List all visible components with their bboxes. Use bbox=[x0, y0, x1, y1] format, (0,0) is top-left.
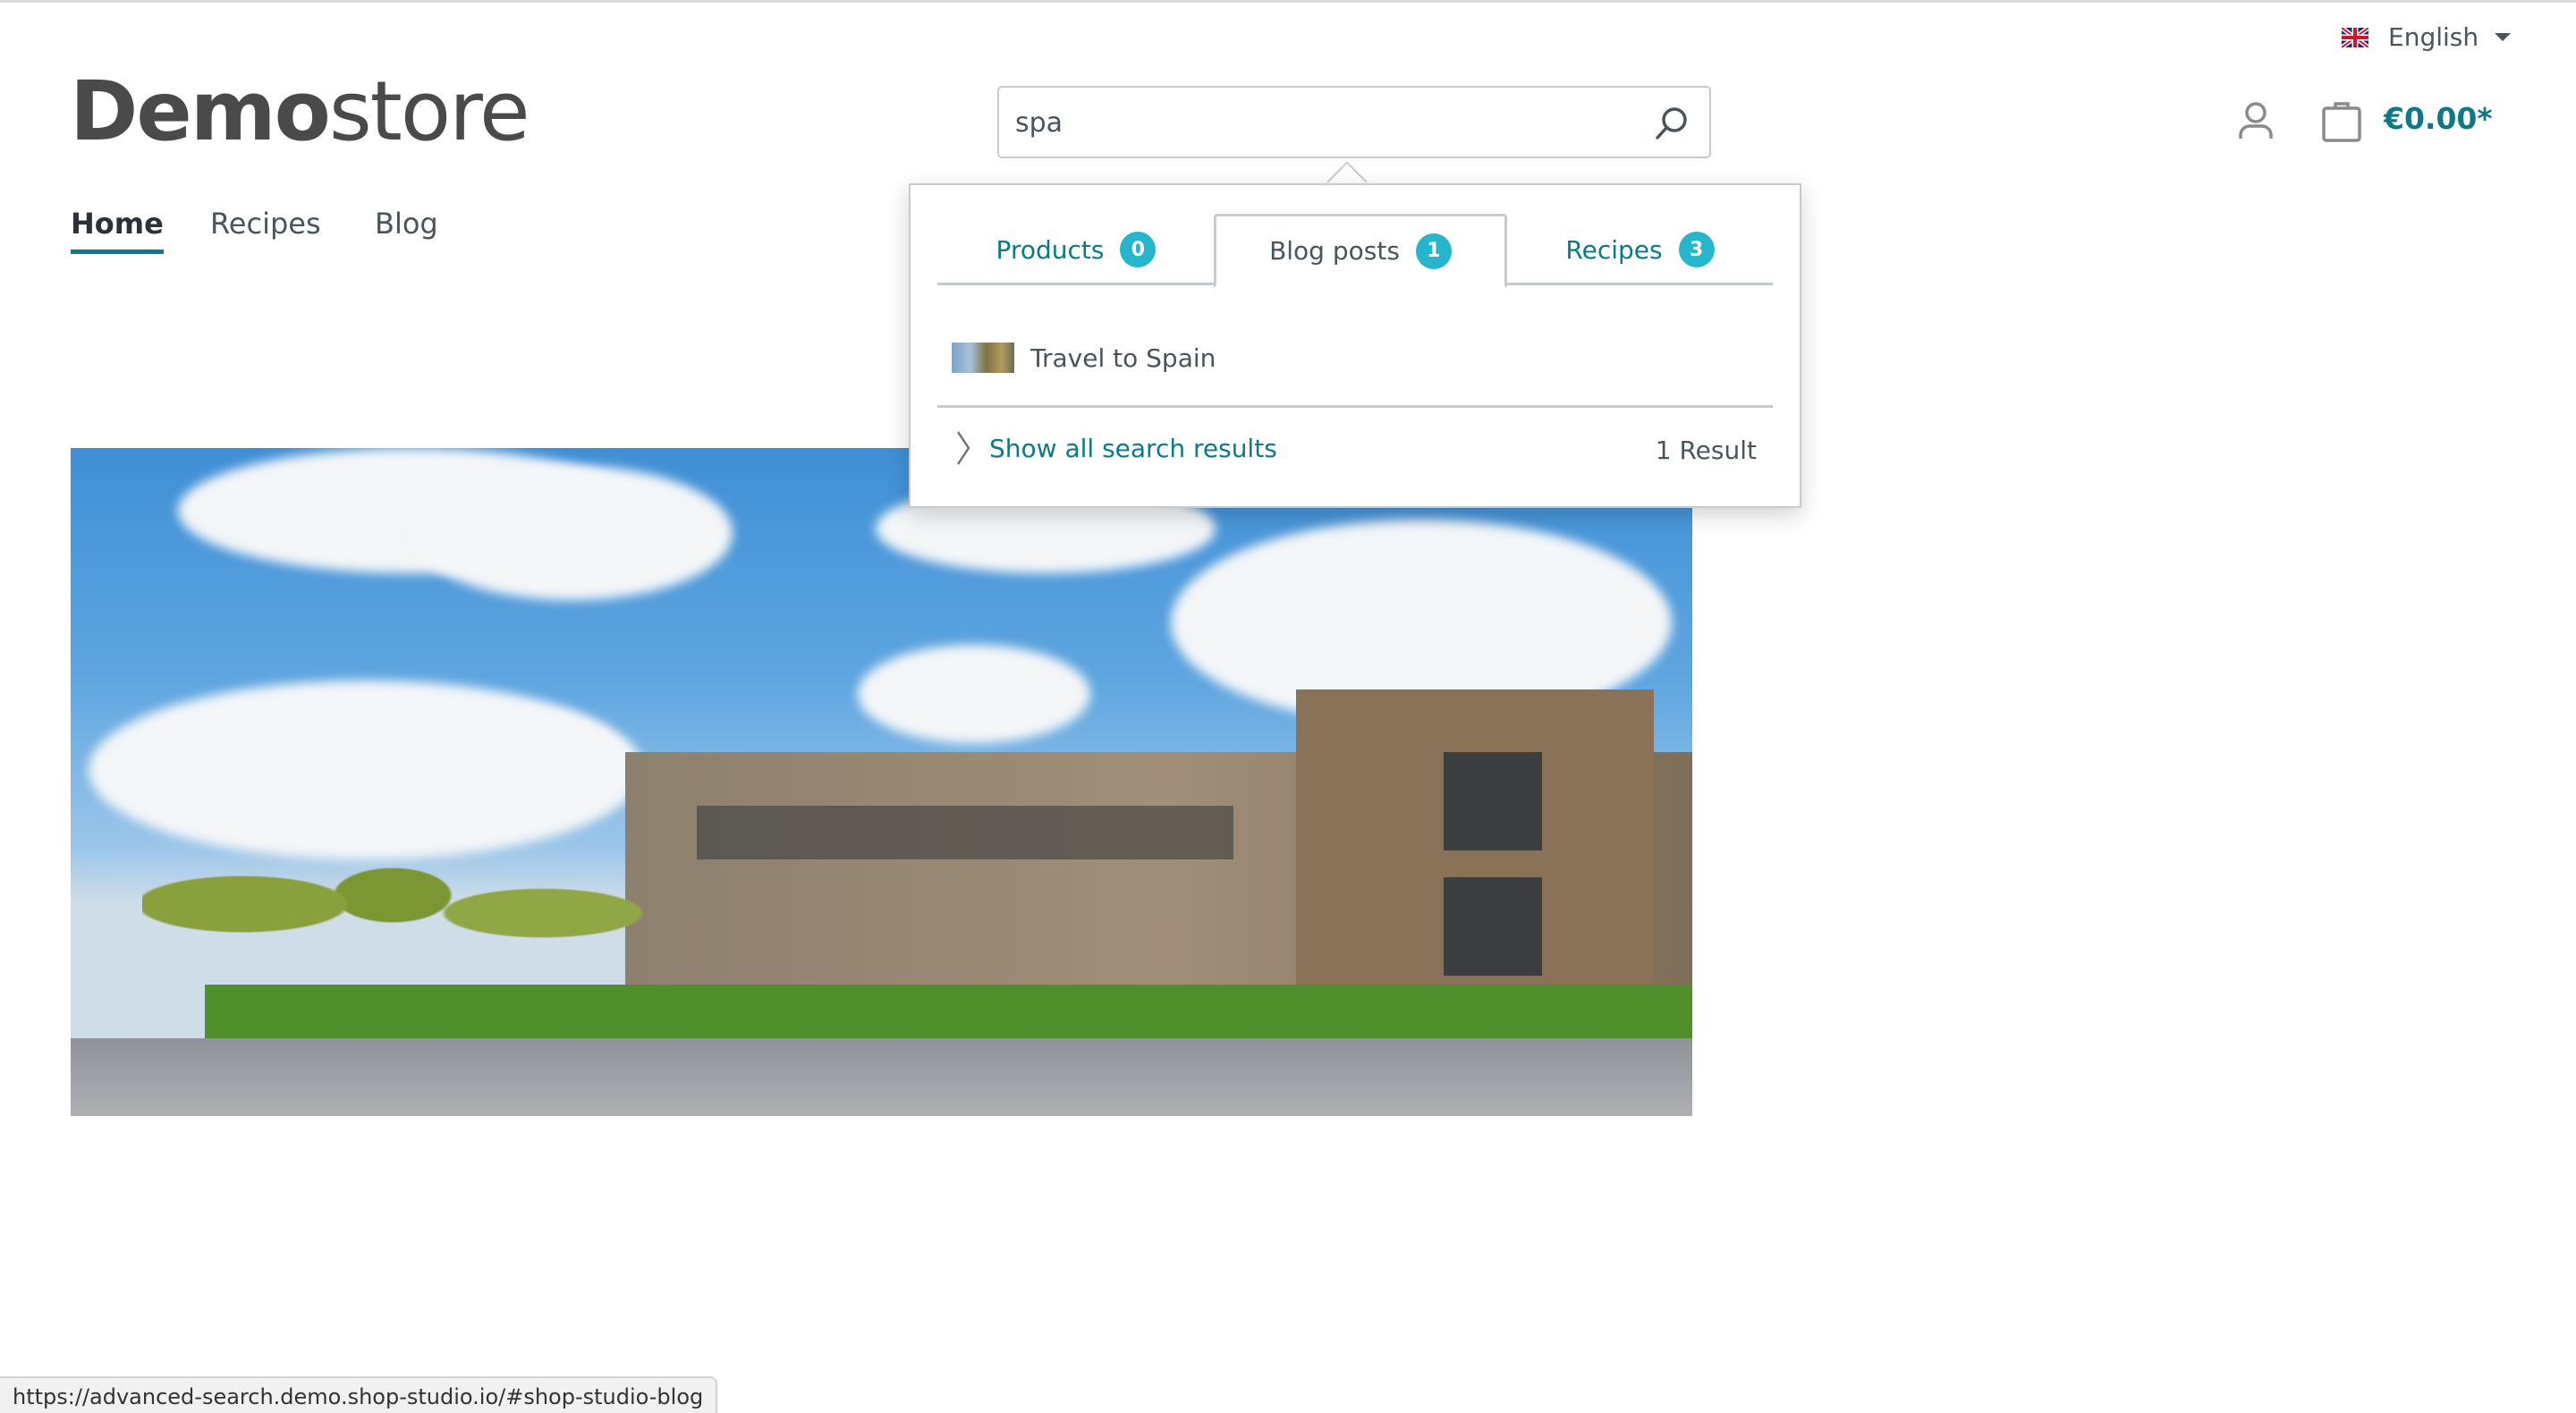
language-label: English bbox=[2388, 22, 2479, 52]
uk-flag-icon bbox=[2342, 27, 2368, 47]
shopping-bag-icon bbox=[2322, 102, 2361, 142]
result-count: 1 Result bbox=[1655, 436, 1757, 465]
nav-home[interactable]: Home bbox=[71, 207, 164, 254]
search-input[interactable] bbox=[1015, 100, 1623, 145]
nav-blog[interactable]: Blog bbox=[375, 207, 438, 241]
search-icon[interactable] bbox=[1654, 106, 1690, 141]
hero-image bbox=[71, 448, 1692, 1116]
cart-button[interactable] bbox=[2322, 101, 2361, 146]
result-title: Travel to Spain bbox=[1030, 343, 1216, 373]
tab-products[interactable]: Products 0 bbox=[937, 214, 1215, 285]
status-bar-url: https://advanced-search.demo.shop-studio… bbox=[0, 1376, 718, 1413]
caret-down-icon bbox=[2495, 33, 2512, 41]
account-button[interactable] bbox=[2238, 101, 2274, 144]
cart-total[interactable]: €0.00* bbox=[2384, 101, 2493, 136]
show-all-results-link[interactable]: Show all search results bbox=[955, 430, 1277, 466]
search-suggest-dropdown: Products 0 Blog posts 1 Recipes 3 Travel… bbox=[909, 183, 1801, 508]
search-box bbox=[997, 86, 1711, 158]
count-badge: 1 bbox=[1415, 233, 1452, 269]
user-icon bbox=[2239, 102, 2273, 139]
nav-recipes[interactable]: Recipes bbox=[210, 207, 321, 241]
result-tabs: Products 0 Blog posts 1 Recipes 3 bbox=[937, 214, 1773, 288]
result-item[interactable]: Travel to Spain bbox=[952, 343, 1216, 373]
language-selector[interactable]: English bbox=[2342, 22, 2512, 52]
tab-blog-posts[interactable]: Blog posts 1 bbox=[1214, 214, 1507, 288]
count-badge: 3 bbox=[1678, 232, 1715, 267]
tab-recipes[interactable]: Recipes 3 bbox=[1507, 214, 1773, 285]
divider bbox=[937, 405, 1773, 408]
chevron-right-icon bbox=[956, 431, 970, 465]
count-badge: 0 bbox=[1120, 232, 1157, 267]
result-thumbnail bbox=[952, 343, 1014, 373]
logo[interactable]: Demostore bbox=[70, 71, 530, 153]
